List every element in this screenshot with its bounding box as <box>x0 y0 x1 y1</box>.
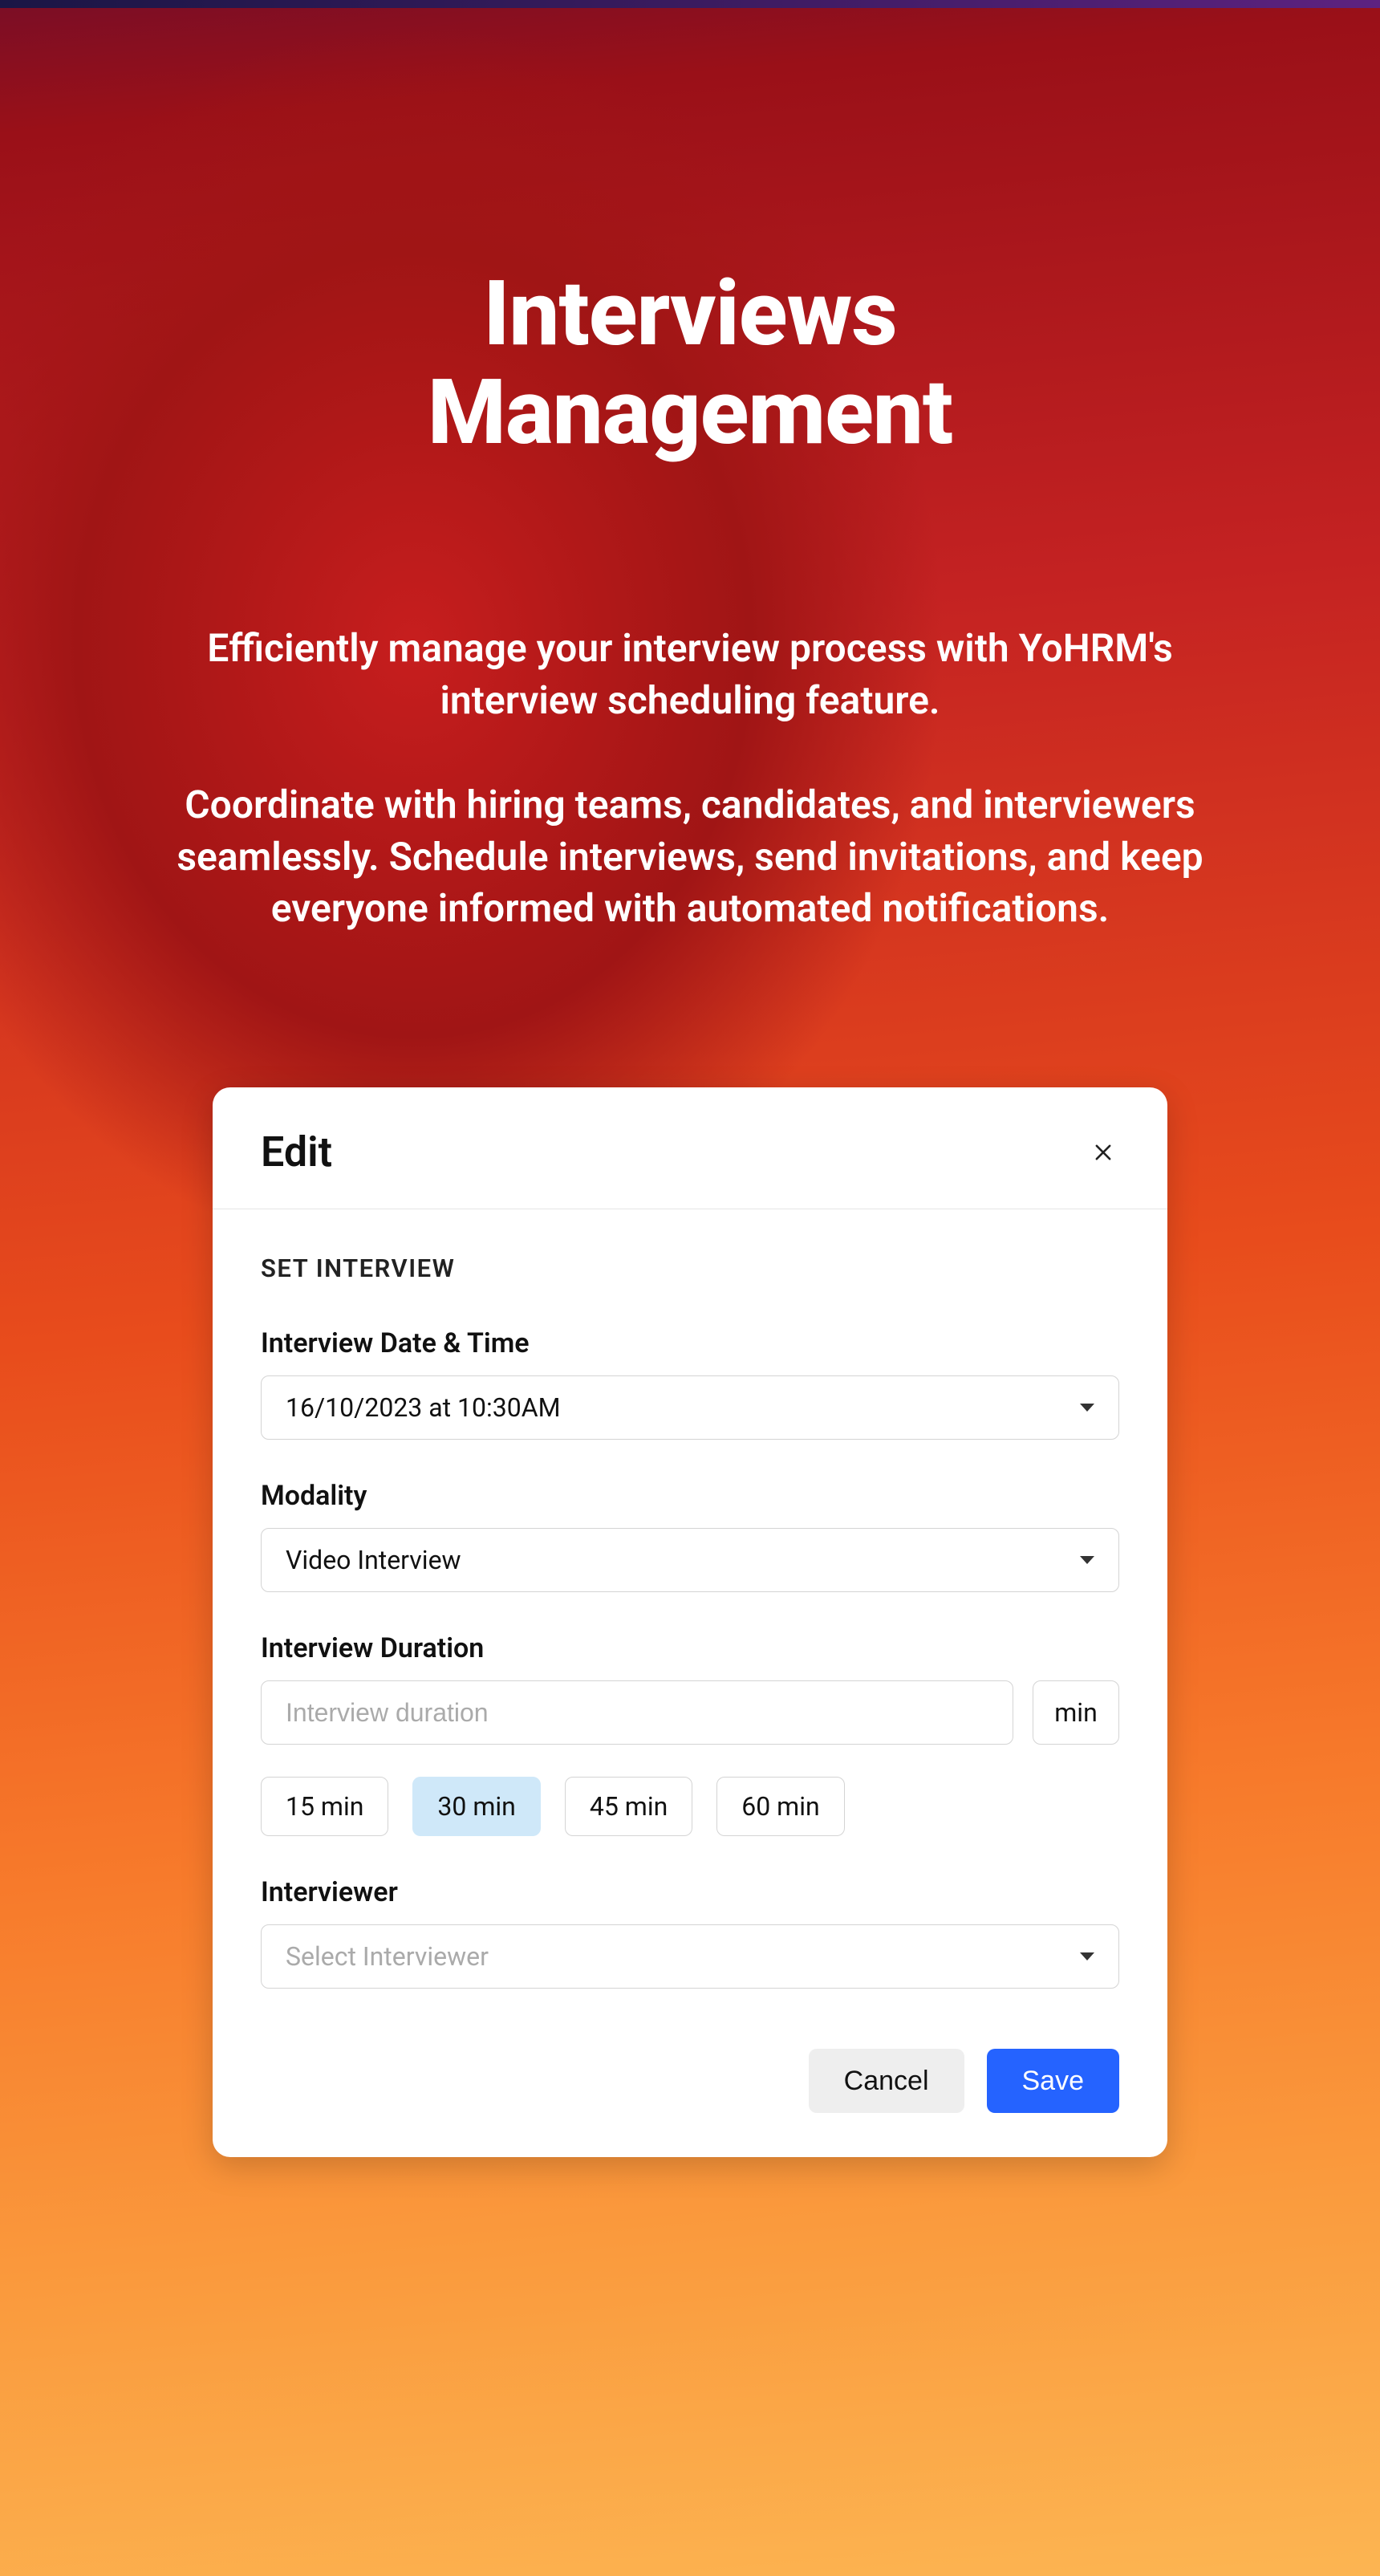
title-line-2: Management <box>428 360 952 465</box>
duration-label: Interview Duration <box>261 1632 1119 1664</box>
close-icon <box>1092 1141 1114 1164</box>
datetime-label: Interview Date & Time <box>261 1327 1119 1359</box>
modal-body: SET INTERVIEW Interview Date & Time 16/1… <box>213 1209 1167 2029</box>
section-header: SET INTERVIEW <box>261 1253 1119 1283</box>
caret-down-icon <box>1080 1404 1094 1412</box>
modal-title: Edit <box>261 1128 332 1176</box>
duration-chip-60[interactable]: 60 min <box>716 1777 844 1836</box>
edit-modal: Edit SET INTERVIEW Interview Date & Time… <box>213 1087 1167 2157</box>
subtitle-paragraph-2: Coordinate with hiring teams, candidates… <box>177 782 1203 932</box>
page-subtitle: Efficiently manage your interview proces… <box>144 623 1236 935</box>
cancel-button[interactable]: Cancel <box>809 2049 964 2113</box>
page-title: Interviews Management <box>428 265 952 462</box>
interviewer-label: Interviewer <box>261 1876 1119 1908</box>
duration-chip-30[interactable]: 30 min <box>412 1777 540 1836</box>
duration-input[interactable] <box>261 1680 1013 1745</box>
page-container: Interviews Management Efficiently manage… <box>0 0 1380 2576</box>
interviewer-placeholder: Select Interviewer <box>286 1941 489 1972</box>
interviewer-select[interactable]: Select Interviewer <box>261 1924 1119 1989</box>
duration-chip-row: 15 min 30 min 45 min 60 min <box>261 1777 1119 1836</box>
modal-header: Edit <box>213 1087 1167 1209</box>
datetime-field: Interview Date & Time 16/10/2023 at 10:3… <box>261 1327 1119 1440</box>
caret-down-icon <box>1080 1556 1094 1564</box>
subtitle-paragraph-1: Efficiently manage your interview proces… <box>207 625 1173 723</box>
close-button[interactable] <box>1087 1136 1119 1168</box>
modality-label: Modality <box>261 1480 1119 1512</box>
modal-footer: Cancel Save <box>213 2029 1167 2157</box>
duration-chip-45[interactable]: 45 min <box>565 1777 692 1836</box>
duration-unit: min <box>1033 1680 1119 1745</box>
modality-select[interactable]: Video Interview <box>261 1528 1119 1592</box>
title-line-1: Interviews <box>483 262 897 367</box>
duration-field: Interview Duration min 15 min 30 min 45 … <box>261 1632 1119 1836</box>
top-bar <box>0 0 1380 8</box>
datetime-value: 16/10/2023 at 10:30AM <box>286 1392 561 1423</box>
duration-chip-15[interactable]: 15 min <box>261 1777 388 1836</box>
modality-field: Modality Video Interview <box>261 1480 1119 1592</box>
datetime-select[interactable]: 16/10/2023 at 10:30AM <box>261 1375 1119 1440</box>
save-button[interactable]: Save <box>987 2049 1120 2113</box>
modality-value: Video Interview <box>286 1545 461 1575</box>
caret-down-icon <box>1080 1952 1094 1960</box>
duration-row: min <box>261 1680 1119 1745</box>
interviewer-field: Interviewer Select Interviewer <box>261 1876 1119 1989</box>
